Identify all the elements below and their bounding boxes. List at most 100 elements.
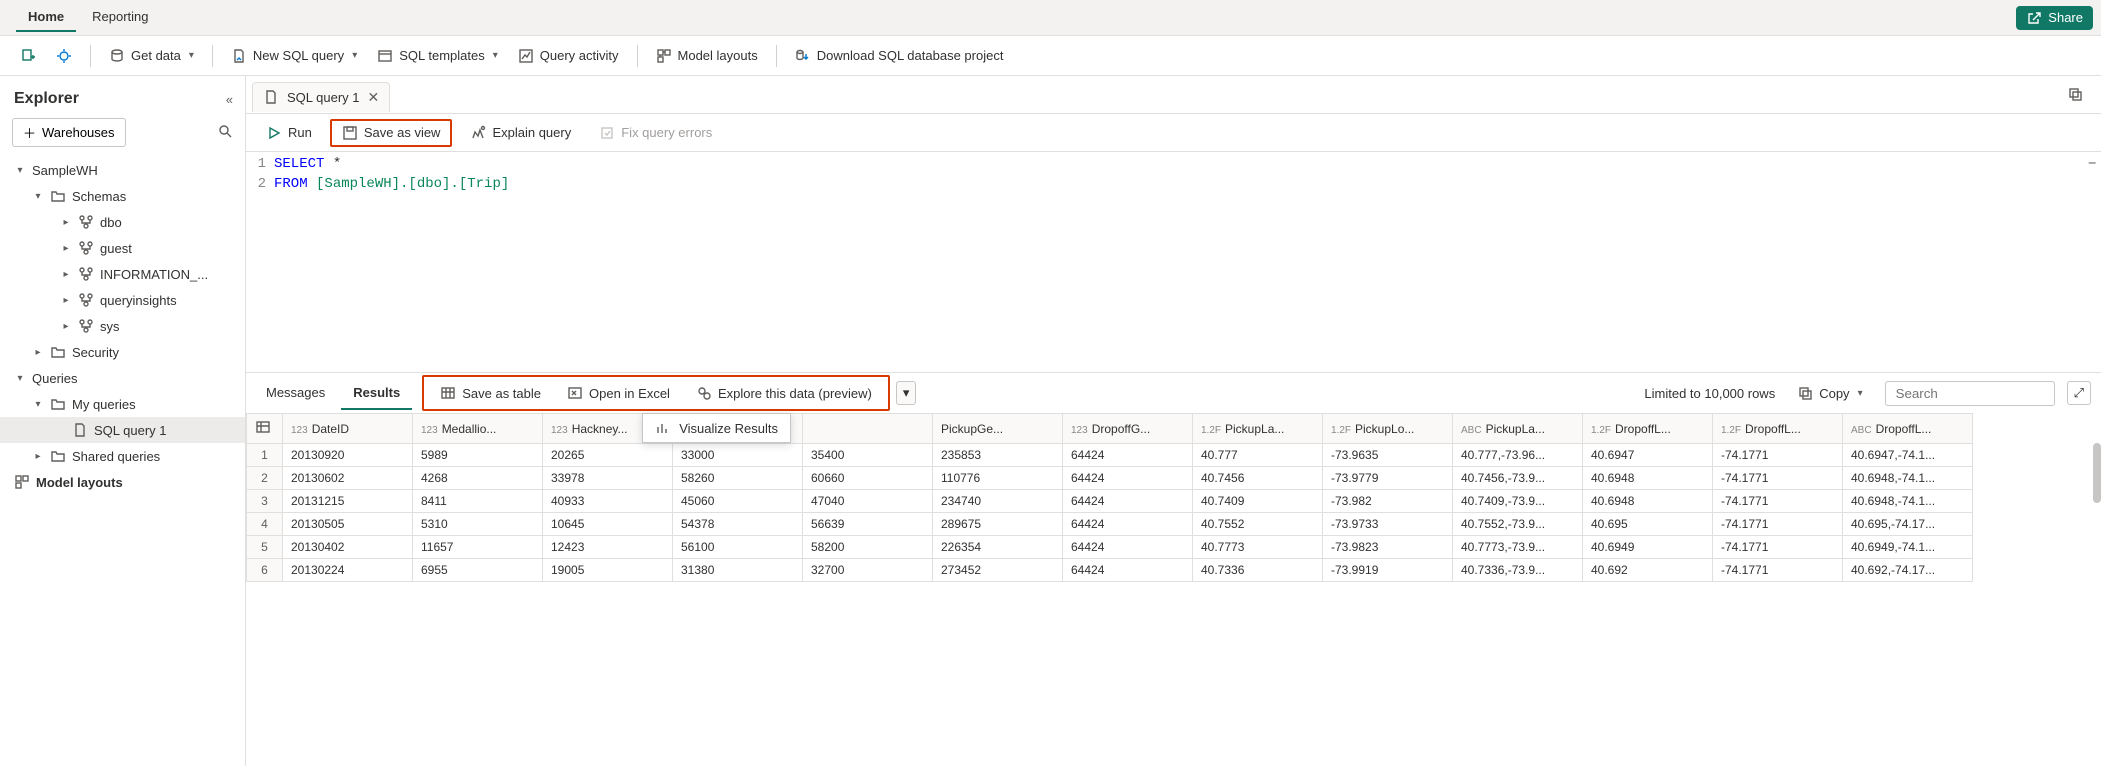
data-cell[interactable]: 35400 — [803, 444, 933, 467]
data-cell[interactable]: -74.1771 — [1713, 536, 1843, 559]
collapse-editor-button[interactable]: – — [2087, 154, 2097, 172]
tree-node-security[interactable]: ▸Security — [0, 339, 245, 365]
tab-messages[interactable]: Messages — [254, 377, 337, 410]
download-db-project-button[interactable]: Download SQL database project — [787, 44, 1012, 68]
data-cell[interactable]: 20130402 — [283, 536, 413, 559]
data-cell[interactable]: 20130602 — [283, 467, 413, 490]
row-number-cell[interactable]: 5 — [247, 536, 283, 559]
data-cell[interactable]: 40933 — [543, 490, 673, 513]
data-cell[interactable]: 20130505 — [283, 513, 413, 536]
data-cell[interactable]: 4268 — [413, 467, 543, 490]
data-cell[interactable]: 40.7409 — [1193, 490, 1323, 513]
data-cell[interactable]: 40.6948,-74.1... — [1843, 467, 1973, 490]
column-header[interactable]: 123DropoffG... — [1063, 414, 1193, 444]
data-cell[interactable]: 10645 — [543, 513, 673, 536]
column-header[interactable]: PickupGe... — [933, 414, 1063, 444]
data-cell[interactable]: 64424 — [1063, 444, 1193, 467]
row-number-cell[interactable]: 2 — [247, 467, 283, 490]
sql-templates-button[interactable]: SQL templates▾ — [369, 44, 506, 68]
column-header[interactable] — [803, 414, 933, 444]
row-number-cell[interactable]: 1 — [247, 444, 283, 467]
save-as-table-button[interactable]: Save as table — [430, 381, 551, 405]
column-header[interactable]: 1.2FDropoffL... — [1583, 414, 1713, 444]
row-number-cell[interactable]: 6 — [247, 559, 283, 582]
data-cell[interactable]: 40.7773 — [1193, 536, 1323, 559]
tree-node-dbo[interactable]: ▸dbo — [0, 209, 245, 235]
data-cell[interactable]: 20265 — [543, 444, 673, 467]
data-cell[interactable]: 40.6949,-74.1... — [1843, 536, 1973, 559]
data-cell[interactable]: 64424 — [1063, 490, 1193, 513]
column-header[interactable]: 123DateID — [283, 414, 413, 444]
new-sql-query-button[interactable]: New SQL query▾ — [223, 44, 365, 68]
editor-tab-sql-query-1[interactable]: SQL query 1 ✕ — [252, 82, 390, 112]
grid-scrollbar[interactable] — [2093, 443, 2101, 503]
data-cell[interactable]: 54378 — [673, 513, 803, 536]
data-cell[interactable]: 58200 — [803, 536, 933, 559]
data-cell[interactable]: 31380 — [673, 559, 803, 582]
data-cell[interactable]: 5310 — [413, 513, 543, 536]
tree-node-model-layouts[interactable]: Model layouts — [0, 469, 245, 495]
data-cell[interactable]: 6955 — [413, 559, 543, 582]
model-layouts-button[interactable]: Model layouts — [648, 44, 766, 68]
data-cell[interactable]: 20131215 — [283, 490, 413, 513]
data-cell[interactable]: -74.1771 — [1713, 490, 1843, 513]
tab-results[interactable]: Results — [341, 377, 412, 410]
data-cell[interactable]: 235853 — [933, 444, 1063, 467]
data-cell[interactable]: 40.692 — [1583, 559, 1713, 582]
tree-node-schemas[interactable]: ▾Schemas — [0, 183, 245, 209]
data-cell[interactable]: -73.9823 — [1323, 536, 1453, 559]
data-cell[interactable]: 32700 — [803, 559, 933, 582]
data-cell[interactable]: 64424 — [1063, 536, 1193, 559]
data-cell[interactable]: 33000 — [673, 444, 803, 467]
tree-node-queryinsights[interactable]: ▸queryinsights — [0, 287, 245, 313]
data-cell[interactable]: 40.7773,-73.9... — [1453, 536, 1583, 559]
visualize-results-menu-item[interactable]: Visualize Results — [642, 413, 791, 443]
data-cell[interactable]: -74.1771 — [1713, 513, 1843, 536]
column-header[interactable]: 123Medallio... — [413, 414, 543, 444]
code-content[interactable]: SELECT * FROM [SampleWH].[dbo].[Trip] — [274, 154, 2101, 362]
data-cell[interactable]: 64424 — [1063, 559, 1193, 582]
row-number-cell[interactable]: 3 — [247, 490, 283, 513]
data-cell[interactable]: 40.7456,-73.9... — [1453, 467, 1583, 490]
code-editor[interactable]: 1 2 SELECT * FROM [SampleWH].[dbo].[Trip… — [246, 152, 2101, 372]
data-cell[interactable]: 40.777,-73.96... — [1453, 444, 1583, 467]
data-cell[interactable]: 40.6948,-74.1... — [1843, 490, 1973, 513]
tree-node-sql-query-1[interactable]: SQL query 1 — [0, 417, 245, 443]
data-cell[interactable]: 64424 — [1063, 513, 1193, 536]
tree-node-samplewh[interactable]: ▾SampleWH — [0, 157, 245, 183]
column-header[interactable]: ABCPickupLa... — [1453, 414, 1583, 444]
tab-reporting[interactable]: Reporting — [80, 3, 160, 32]
data-cell[interactable]: 40.6948 — [1583, 467, 1713, 490]
table-row[interactable]: 3201312158411409334506047040234740644244… — [247, 490, 1973, 513]
tree-node-shared-queries[interactable]: ▸Shared queries — [0, 443, 245, 469]
data-cell[interactable]: 40.7552 — [1193, 513, 1323, 536]
data-cell[interactable]: 33978 — [543, 467, 673, 490]
data-cell[interactable]: -73.9919 — [1323, 559, 1453, 582]
data-cell[interactable]: 40.7552,-73.9... — [1453, 513, 1583, 536]
data-cell[interactable]: -74.1771 — [1713, 444, 1843, 467]
data-cell[interactable]: 226354 — [933, 536, 1063, 559]
tab-home[interactable]: Home — [16, 3, 76, 32]
data-cell[interactable]: 40.7409,-73.9... — [1453, 490, 1583, 513]
data-cell[interactable]: 64424 — [1063, 467, 1193, 490]
data-cell[interactable]: 110776 — [933, 467, 1063, 490]
collapse-explorer-button[interactable]: « — [226, 92, 233, 107]
data-cell[interactable]: -74.1771 — [1713, 467, 1843, 490]
results-grid[interactable]: 123DateID123Medallio...123Hackney...123P… — [246, 413, 2101, 766]
data-cell[interactable]: 40.7336,-73.9... — [1453, 559, 1583, 582]
expand-results-button[interactable]: ⤢ — [2067, 381, 2091, 405]
share-button[interactable]: Share — [2016, 6, 2093, 30]
copy-button[interactable]: Copy▾ — [1787, 381, 1872, 405]
results-search-input[interactable] — [1885, 381, 2055, 406]
data-cell[interactable]: 234740 — [933, 490, 1063, 513]
settings-refresh-button[interactable] — [48, 44, 80, 68]
data-cell[interactable]: -74.1771 — [1713, 559, 1843, 582]
data-cell[interactable]: 47040 — [803, 490, 933, 513]
data-cell[interactable]: 20130224 — [283, 559, 413, 582]
data-cell[interactable]: 40.6948 — [1583, 490, 1713, 513]
data-cell[interactable]: 40.695 — [1583, 513, 1713, 536]
column-header[interactable]: 1.2FPickupLa... — [1193, 414, 1323, 444]
save-as-view-button[interactable]: Save as view — [332, 121, 451, 145]
data-cell[interactable]: 8411 — [413, 490, 543, 513]
table-row[interactable]: 5201304021165712423561005820022635464424… — [247, 536, 1973, 559]
